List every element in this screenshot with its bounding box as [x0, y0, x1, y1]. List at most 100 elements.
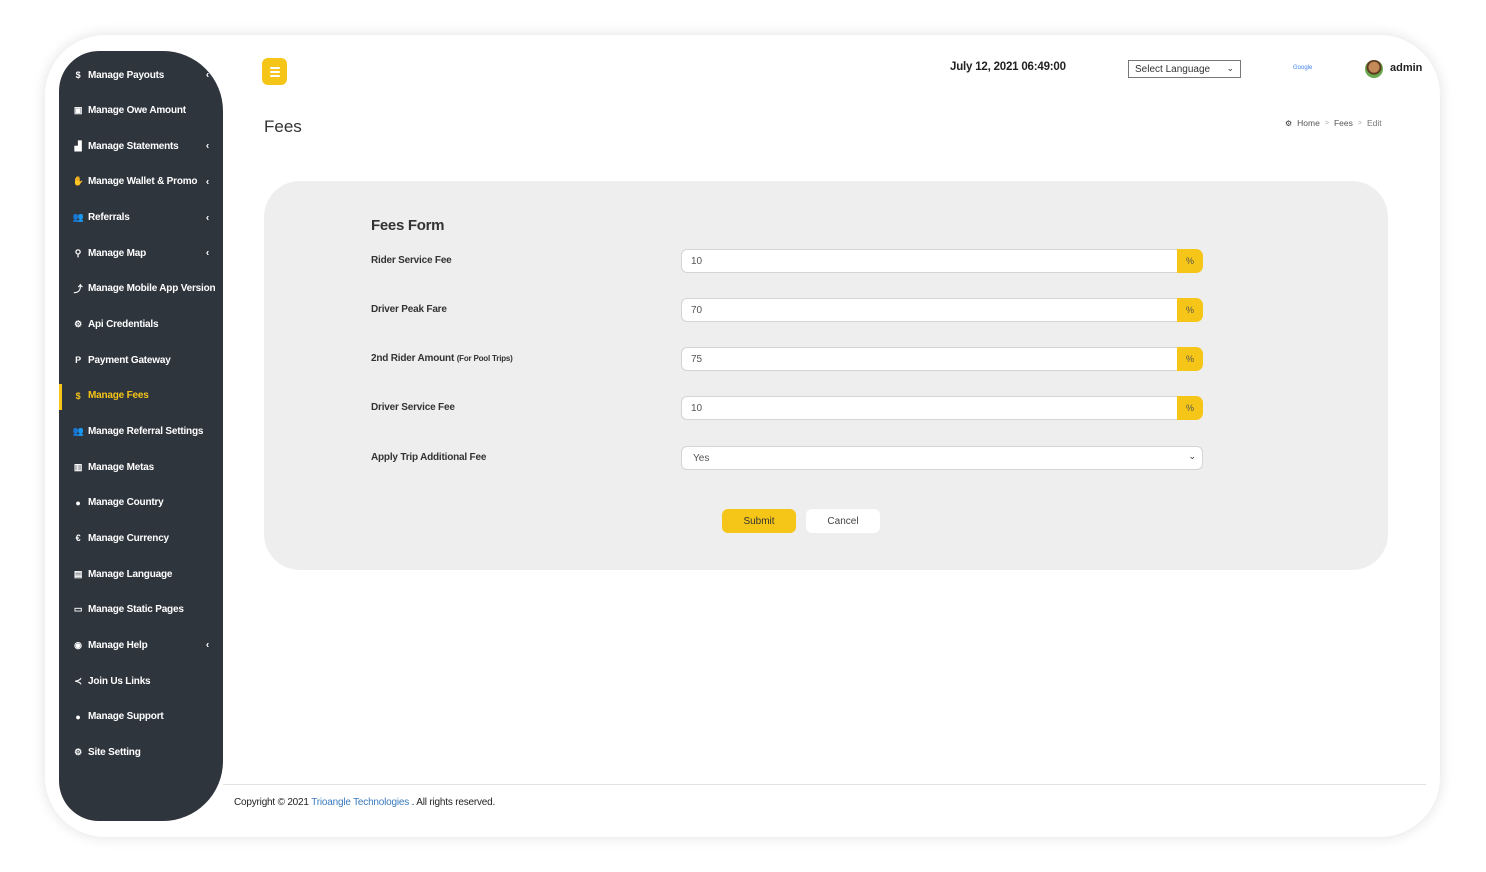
- rights-text: . All rights reserved.: [411, 797, 496, 808]
- upload-icon: ⤴: [73, 284, 83, 295]
- sidebar-item-label: Manage Help: [88, 639, 148, 651]
- driver-service-fee-input[interactable]: [681, 396, 1177, 420]
- company-link[interactable]: Trioangle Technologies: [311, 797, 409, 808]
- cancel-button[interactable]: Cancel: [806, 509, 880, 533]
- form-title: Fees Form: [371, 217, 445, 234]
- footer: Copyright © 2021 Trioangle Technologies …: [234, 797, 495, 808]
- wallet-icon: ✋: [72, 176, 84, 187]
- sidebar-item-manage-country[interactable]: ● Manage Country: [59, 488, 223, 518]
- sidebar-item-manage-map[interactable]: ⚲ Manage Map ‹: [59, 238, 223, 268]
- sidebar-item-label: Payment Gateway: [88, 354, 171, 366]
- menu-toggle-button[interactable]: [262, 58, 287, 85]
- sidebar-item-label: Manage Metas: [88, 461, 154, 473]
- language-select[interactable]: Select Language ⌄: [1128, 60, 1241, 78]
- driver-service-fee-group: %: [681, 396, 1203, 420]
- dashboard-icon: ⚙: [1285, 118, 1293, 128]
- sidebar-item-manage-language[interactable]: ▤ Manage Language: [59, 559, 223, 589]
- sidebar-item-manage-currency[interactable]: € Manage Currency: [59, 523, 223, 553]
- apply-trip-additional-fee-select[interactable]: Yes ⌄: [681, 446, 1203, 470]
- sidebar-item-manage-owe-amount[interactable]: ▣ Manage Owe Amount: [59, 96, 223, 126]
- sidebar-item-label: Manage Wallet & Promo: [88, 176, 198, 188]
- chevron-down-icon: ⌄: [1226, 63, 1234, 73]
- breadcrumb-separator: >: [1324, 119, 1329, 127]
- sidebar: $ Manage Payouts ‹ ▣ Manage Owe Amount ▟ Manag…: [59, 51, 223, 821]
- globe-icon: ●: [75, 497, 81, 508]
- sidebar-item-label: Manage Fees: [88, 390, 149, 402]
- breadcrumb: ⚙ Home > Fees > Edit: [1285, 118, 1382, 128]
- sidebar-item-manage-help[interactable]: ◉ Manage Help ‹: [59, 630, 223, 660]
- breadcrumb-home[interactable]: Home: [1297, 118, 1320, 128]
- sidebar-item-manage-referral-settings[interactable]: 👥 Manage Referral Settings: [59, 417, 223, 447]
- chevron-left-icon: ‹: [205, 69, 209, 81]
- sidebar-item-manage-fees[interactable]: $ Manage Fees: [59, 381, 223, 411]
- sidebar-item-label: Manage Owe Amount: [88, 105, 186, 117]
- sidebar-item-label: Site Setting: [88, 746, 141, 758]
- sidebar-item-manage-statements[interactable]: ▟ Manage Statements ‹: [59, 131, 223, 161]
- language-icon: ▤: [73, 568, 83, 579]
- avatar[interactable]: [1365, 60, 1383, 78]
- euro-icon: €: [75, 533, 81, 544]
- submit-button[interactable]: Submit: [722, 509, 796, 533]
- sidebar-item-manage-support[interactable]: ● Manage Support: [59, 702, 223, 732]
- sidebar-item-label: Api Credentials: [88, 319, 159, 331]
- second-rider-amount-input[interactable]: [681, 347, 1177, 371]
- chevron-down-icon: ⌄: [1188, 451, 1196, 461]
- sidebar-item-label: Manage Referral Settings: [88, 426, 204, 437]
- driver-peak-fare-label: Driver Peak Fare: [371, 304, 447, 315]
- breadcrumb-separator: >: [1357, 119, 1362, 127]
- sidebar-item-label: Join Us Links: [88, 675, 151, 687]
- second-rider-amount-group: %: [681, 347, 1203, 371]
- sidebar-item-join-us-links[interactable]: ≺ Join Us Links: [59, 666, 223, 696]
- percent-addon: %: [1177, 396, 1203, 420]
- hamburger-icon: [269, 66, 280, 69]
- dollar-icon: $: [75, 390, 81, 401]
- rider-service-fee-input[interactable]: [681, 249, 1177, 273]
- sidebar-item-manage-static-pages[interactable]: ▭ Manage Static Pages: [59, 595, 223, 625]
- sidebar-item-label: Manage Support: [88, 711, 164, 723]
- share-icon: ≺: [74, 675, 82, 686]
- users-icon: 👥: [72, 212, 84, 223]
- sidebar-item-label: Manage Country: [88, 497, 164, 509]
- driver-peak-fare-group: %: [681, 298, 1203, 322]
- life-ring-icon: ◉: [74, 639, 82, 650]
- current-datetime: July 12, 2021 06:49:00: [950, 61, 1066, 73]
- gear-icon: ⚙: [74, 319, 82, 330]
- sidebar-item-manage-wallet-promo[interactable]: ✋ Manage Wallet & Promo ‹: [59, 167, 223, 197]
- sidebar-item-site-setting[interactable]: ⚙ Site Setting: [59, 737, 223, 767]
- users-icon: 👥: [72, 426, 84, 436]
- sidebar-item-label: Referrals: [88, 212, 130, 224]
- rider-service-fee-group: %: [681, 249, 1203, 273]
- sidebar-item-payment-gateway[interactable]: P Payment Gateway: [59, 345, 223, 375]
- driver-service-fee-label: Driver Service Fee: [371, 402, 455, 413]
- sidebar-item-referrals[interactable]: 👥 Referrals ‹: [59, 203, 223, 233]
- sidebar-item-manage-metas[interactable]: ▥ Manage Metas: [59, 452, 223, 482]
- percent-addon: %: [1177, 249, 1203, 273]
- driver-peak-fare-input[interactable]: [681, 298, 1177, 322]
- google-translate-logo: Google: [1293, 65, 1313, 71]
- sidebar-item-manage-mobile-app-version[interactable]: ⤴ Manage Mobile App Version: [59, 274, 223, 304]
- money-icon: ▣: [73, 105, 83, 116]
- sidebar-item-label: Manage Mobile App Version: [88, 283, 216, 295]
- breadcrumb-edit: Edit: [1366, 118, 1382, 128]
- rider-service-fee-label: Rider Service Fee: [371, 255, 452, 266]
- chevron-left-icon: ‹: [205, 176, 209, 188]
- user-name[interactable]: admin: [1390, 62, 1422, 74]
- area-chart-icon: ▟: [74, 140, 82, 151]
- sidebar-item-manage-payouts[interactable]: $ Manage Payouts ‹: [59, 60, 223, 90]
- globe-icon: ●: [75, 711, 81, 722]
- sidebar-item-api-credentials[interactable]: ⚙ Api Credentials: [59, 310, 223, 340]
- second-rider-amount-label: 2nd Rider Amount (For Pool Trips): [371, 353, 513, 364]
- chevron-left-icon: ‹: [205, 247, 209, 259]
- sidebar-item-label: Manage Payouts: [88, 69, 165, 81]
- sidebar-item-label: Manage Statements: [88, 140, 179, 152]
- sidebar-item-label: Manage Language: [88, 568, 173, 580]
- page-title: Fees: [264, 117, 302, 136]
- percent-addon: %: [1177, 347, 1203, 371]
- bar-chart-icon: ▥: [73, 461, 83, 472]
- chevron-left-icon: ‹: [205, 212, 209, 224]
- dollar-icon: $: [75, 70, 81, 80]
- map-marker-icon: ⚲: [74, 247, 82, 258]
- apply-fee-select-value: Yes: [693, 452, 710, 464]
- breadcrumb-fees[interactable]: Fees: [1334, 118, 1353, 128]
- copyright-text: Copyright © 2021: [234, 797, 309, 808]
